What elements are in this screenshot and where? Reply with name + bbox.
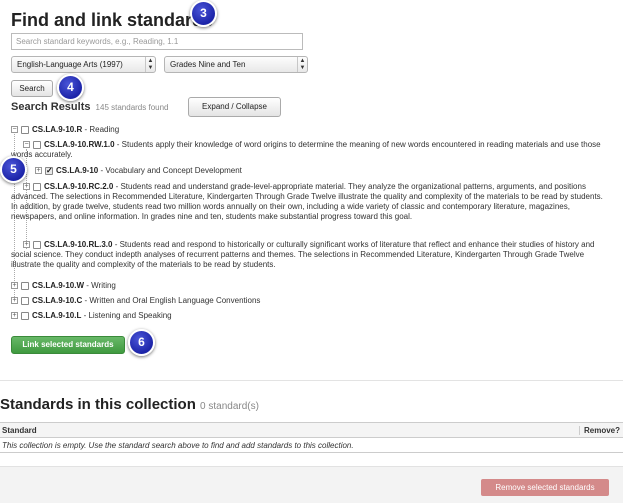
collection-table: Standard Remove? This collection is empt… [0,422,623,453]
empty-collection-message: This collection is empty. Use the standa… [2,441,354,450]
standard-code: CS.LA.9-10.L [32,311,82,320]
table-header-row: Standard Remove? [0,423,623,438]
standard-checkbox[interactable] [21,312,29,320]
select-arrows-icon: ▲ ▼ [297,57,307,72]
column-header-remove: Remove? [578,426,620,435]
standard-code: CS.LA.9-10.C [32,296,83,305]
standard-description: - Vocabulary and Concept Development [98,166,242,175]
expand-toggle-icon[interactable]: + [11,282,18,289]
standard-description: - Listening and Speaking [81,311,172,320]
standard-checkbox[interactable] [21,297,29,305]
expand-collapse-button[interactable]: Expand / Collapse [188,97,281,117]
search-button[interactable]: Search [11,80,53,97]
section-divider [0,380,623,381]
callout-badge-6: 6 [128,329,155,356]
standard-code: CS.LA.9-10.W [32,281,85,290]
search-input[interactable] [11,33,303,50]
standard-code: CS.LA.9-10.RC.2.0 [44,182,114,191]
callout-badge-3: 3 [190,0,217,27]
results-count: 145 standards found [95,103,169,112]
standard-description: - Written and Oral English Language Conv… [82,296,261,305]
page-title: Find and link standards [11,10,214,30]
standard-checkbox-checked[interactable] [45,166,53,176]
expand-toggle-icon[interactable]: + [11,312,18,319]
expand-toggle-icon[interactable]: + [11,297,18,304]
search-results-heading: Search Results 145 standards found [11,101,169,113]
standard-code: CS.LA.9-10.RL.3.0 [44,240,113,249]
standard-checkbox[interactable] [21,282,29,290]
collection-count: 0 standard(s) [200,401,259,412]
expand-toggle-icon[interactable]: + [35,167,42,174]
select-arrows-icon: ▲ ▼ [145,57,155,72]
standards-search-panel: Find and link standards 3 English-Langua… [0,0,623,380]
standard-checkbox[interactable] [21,126,29,134]
standard-code: CS.LA.9-10 [56,166,99,175]
column-header-standard: Standard [2,426,37,435]
standard-code: CS.LA.9-10.RW.1.0 [44,140,115,149]
standard-description: - Reading [82,125,120,134]
collection-heading: Standards in this collection 0 standard(… [0,396,259,413]
standard-code: CS.LA.9-10.R [32,125,83,134]
callout-badge-5: 5 [0,156,27,183]
search-results-label: Search Results [11,101,91,113]
collection-title: Standards in this collection [0,396,196,413]
grade-select-value: Grades Nine and Ten [170,60,246,69]
remove-selected-standards-button[interactable]: Remove selected standards [481,479,609,496]
link-selected-standards-button[interactable]: Link selected standards [11,336,125,354]
table-row: This collection is empty. Use the standa… [0,438,623,453]
standard-description: - Writing [84,281,116,290]
subject-select-value: English-Language Arts (1997) [17,60,123,69]
grade-select[interactable]: Grades Nine and Ten ▲ ▼ [164,56,308,73]
subject-select[interactable]: English-Language Arts (1997) ▲ ▼ [11,56,156,73]
callout-badge-4: 4 [57,74,84,101]
collapse-toggle-icon[interactable]: − [11,126,18,133]
